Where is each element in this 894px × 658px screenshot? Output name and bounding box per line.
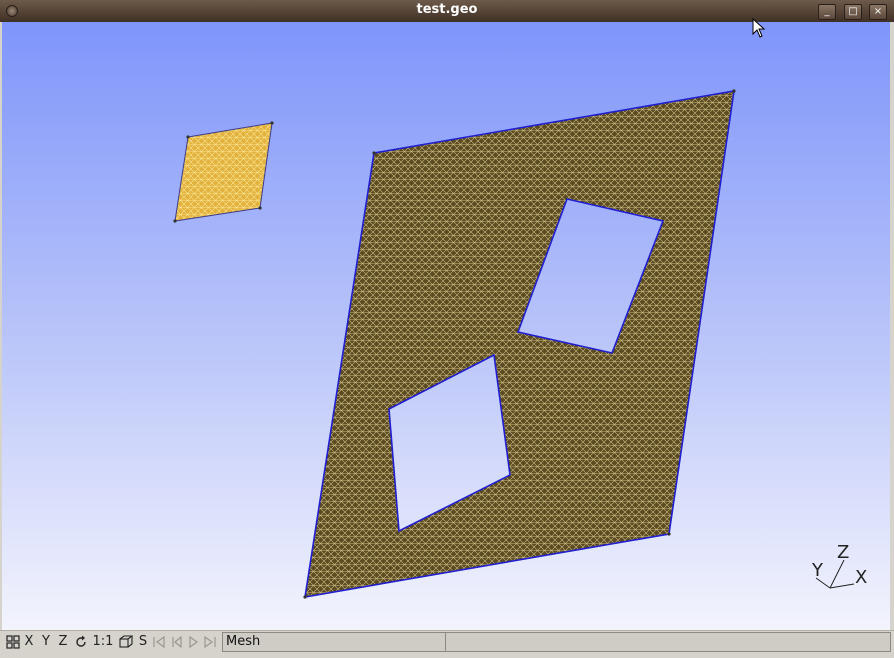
s-button[interactable]: S: [137, 632, 149, 652]
rotate-icon[interactable]: [73, 632, 89, 652]
status-message-secondary: [445, 632, 891, 652]
prev-frame-icon[interactable]: [169, 632, 183, 652]
last-frame-icon[interactable]: [203, 632, 217, 652]
window-title: test.geo: [416, 2, 478, 17]
status-message: Mesh: [222, 632, 446, 652]
y-view-button[interactable]: Y: [39, 632, 53, 652]
x-view-button[interactable]: X: [22, 632, 36, 652]
maximize-button[interactable]: □: [844, 4, 862, 20]
z-view-button[interactable]: Z: [56, 632, 70, 652]
large-surface-mesh[interactable]: [304, 90, 735, 598]
scale-1to1-button[interactable]: 1:1: [90, 632, 116, 652]
mouse-cursor-icon: [752, 18, 766, 38]
graphics-viewport[interactable]: Y Z X: [2, 22, 890, 630]
grid-icon[interactable]: [5, 632, 21, 652]
axis-y-label: Y: [811, 560, 824, 581]
axis-z-label: Z: [837, 542, 849, 563]
first-frame-icon[interactable]: [152, 632, 166, 652]
cube-icon[interactable]: [118, 632, 134, 652]
close-button[interactable]: ×: [869, 4, 887, 20]
small-surface-mesh[interactable]: [174, 122, 273, 222]
axis-x-label: X: [855, 567, 867, 588]
play-icon[interactable]: [187, 632, 199, 652]
mesh-canvas[interactable]: Y Z X: [2, 22, 890, 630]
minimize-button[interactable]: _: [818, 4, 836, 20]
